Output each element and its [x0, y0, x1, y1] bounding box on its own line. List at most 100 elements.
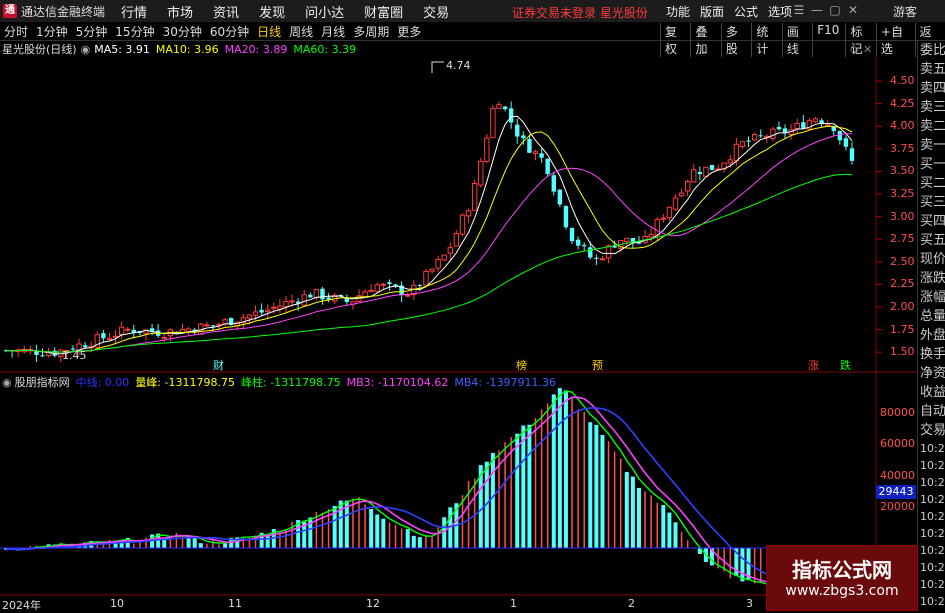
indicator-settings-icon[interactable]: ◉	[2, 376, 12, 389]
price-tick-label: 4.50	[890, 74, 915, 87]
candle-body	[417, 284, 423, 286]
marker-cai[interactable]: 财	[213, 358, 224, 372]
pane-close-icon[interactable]: ✕	[863, 43, 872, 56]
candle-body	[843, 138, 849, 147]
sidebar-ask4[interactable]: 卖四	[918, 79, 945, 98]
candle-body	[654, 219, 660, 236]
candle-body	[283, 301, 289, 308]
indicator-name[interactable]: 股朋指标网	[15, 374, 70, 390]
indicator-bar	[759, 548, 762, 583]
sidebar-net-assets[interactable]: 净资	[918, 364, 945, 383]
candle-body	[703, 166, 709, 177]
indicator-bar	[490, 452, 495, 548]
candle-body	[34, 351, 39, 356]
x-label-2024: 2024年	[2, 599, 41, 612]
sidebar-bid4[interactable]: 买四	[918, 212, 945, 231]
watermark-url: www.zbgs3.com	[785, 583, 899, 599]
sidebar-commission-ratio[interactable]: 委比	[918, 41, 945, 60]
price-chart[interactable]: 4.74 1.45 财 榜 预 涨 跌 ◇ ✕	[0, 0, 917, 609]
indicator-bar	[181, 537, 184, 548]
price-tick-label: 2.75	[890, 232, 915, 246]
candle-body	[508, 108, 514, 123]
indicator-bar	[551, 394, 556, 548]
sidebar-bid1[interactable]: 买一	[918, 155, 945, 174]
trade-time: 10:27	[920, 510, 945, 523]
low-annotation: 1.45	[62, 349, 87, 362]
candle-body	[320, 288, 325, 300]
indicator-label-mb4: MB4: -1397911.36	[454, 375, 557, 389]
candle-body	[660, 217, 667, 220]
indicator-label-mb3: MB3: -1170104.62	[346, 375, 449, 389]
candle-body	[453, 232, 460, 247]
indicator-bar	[613, 451, 616, 548]
indicator-bar	[540, 409, 543, 548]
trade-time: 10:27	[920, 561, 945, 574]
sidebar-bid2[interactable]: 买二	[918, 174, 945, 193]
sidebar-change-pct[interactable]: 涨幅	[918, 288, 945, 307]
candle-body	[709, 165, 715, 171]
candle-body	[532, 151, 539, 154]
x-label-2: 2	[628, 597, 635, 610]
candle-body	[301, 294, 307, 306]
indicator-bar	[583, 412, 585, 548]
sidebar-earnings[interactable]: 收益	[918, 383, 945, 402]
sidebar-ask1[interactable]: 卖一	[918, 136, 945, 155]
x-label-3: 3	[746, 597, 753, 610]
indicator-bar	[619, 458, 622, 548]
candle-body	[727, 159, 733, 164]
indicator-bar	[594, 424, 599, 548]
price-tick-label: 3.50	[890, 164, 915, 178]
price-tick-label: 3.00	[890, 209, 915, 223]
indicator-bar	[198, 543, 203, 548]
ma5-line	[5, 115, 853, 355]
x-label-12: 12	[366, 597, 380, 610]
trade-time: 10:27	[920, 578, 945, 591]
marker-yu[interactable]: 预	[592, 359, 603, 372]
watermark: 指标公式网 www.zbgs3.com	[766, 545, 918, 611]
sidebar-bid5[interactable]: 买五	[918, 231, 945, 250]
indicator-line	[5, 390, 853, 586]
trade-time: 10:27	[920, 476, 945, 489]
price-tick-label: 3.25	[890, 187, 915, 200]
indicator-bar	[661, 504, 666, 548]
marker-die[interactable]: 跌	[840, 358, 851, 372]
indicator-bar	[425, 535, 427, 548]
candle-body	[429, 268, 435, 272]
indicator-bar	[557, 388, 562, 548]
candle-body	[599, 258, 606, 261]
candle-body	[539, 153, 544, 158]
indicator-bar	[291, 521, 293, 548]
candle-body	[478, 161, 484, 186]
sidebar-bid3[interactable]: 买三	[918, 193, 945, 212]
price-tick-label: 2.25	[890, 277, 915, 291]
sidebar-volume[interactable]: 总量	[918, 307, 945, 326]
indicator-tick-label: 80000	[880, 406, 915, 419]
candle-body	[259, 309, 264, 313]
sidebar-ask5[interactable]: 卖五	[918, 60, 945, 79]
candle-body	[465, 210, 472, 217]
indicator-bar	[358, 497, 360, 548]
sidebar-outer[interactable]: 外盘	[918, 326, 945, 345]
indicator-bar	[630, 476, 635, 548]
sidebar-change[interactable]: 涨跌	[918, 269, 945, 288]
candle-body	[545, 158, 550, 175]
candle-body	[831, 126, 836, 132]
sidebar-trade[interactable]: 交易	[918, 421, 945, 440]
marker-bang[interactable]: 榜	[516, 358, 527, 372]
trade-time: 10:27	[920, 493, 945, 506]
candle-body	[648, 234, 654, 238]
indicator-bar	[527, 424, 532, 548]
candle-body	[459, 214, 466, 235]
sidebar-ask3[interactable]: 卖三	[918, 98, 945, 117]
ma10-line	[5, 125, 853, 353]
sidebar-turnover[interactable]: 换手	[918, 345, 945, 364]
pane-settings-icon[interactable]: ◇	[850, 43, 859, 56]
indicator-bar	[467, 481, 470, 548]
sidebar-ask2[interactable]: 卖二	[918, 117, 945, 136]
marker-zhang[interactable]: 涨	[808, 359, 819, 372]
sidebar-auto[interactable]: 自动	[918, 402, 945, 421]
indicator-bar	[624, 471, 629, 548]
indicator-bar	[133, 543, 135, 548]
sidebar-price[interactable]: 现价	[918, 250, 945, 269]
candle-body	[204, 324, 210, 327]
